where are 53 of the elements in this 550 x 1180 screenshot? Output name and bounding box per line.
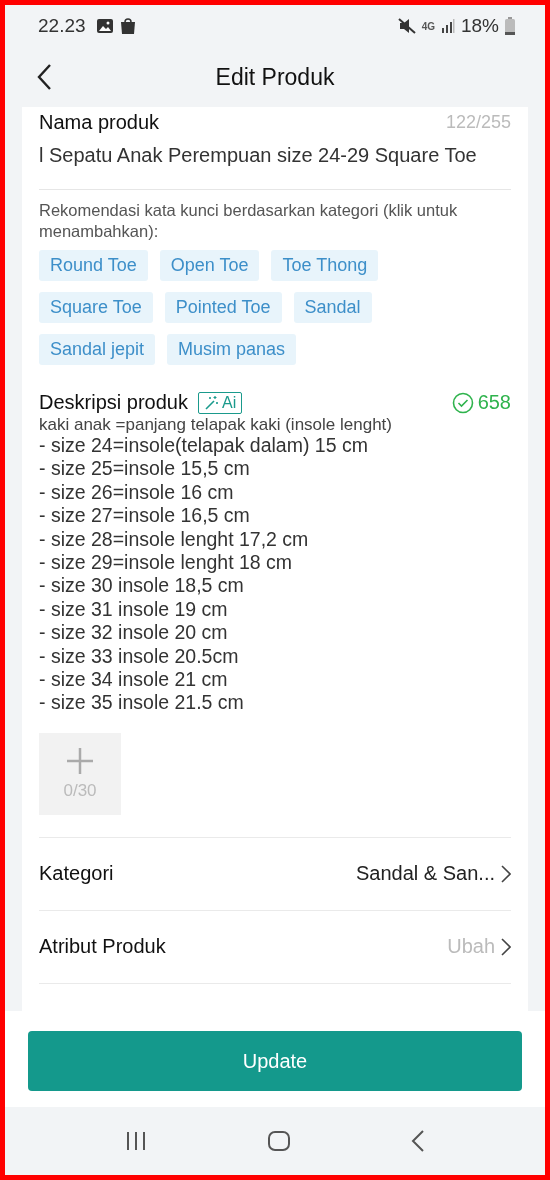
description-line: - size 28=insole lenght 17,2 cm: [39, 527, 310, 552]
status-time: 22.23: [38, 15, 86, 37]
ai-button[interactable]: Ai: [197, 391, 243, 414]
mute-icon: [397, 18, 416, 34]
menu-row[interactable]: Atribut Produk Ubah: [39, 909, 511, 984]
keyword-tag[interactable]: Round Toe: [39, 250, 148, 281]
plus-icon: [66, 746, 94, 775]
field-label: Nama produk: [39, 111, 160, 134]
image-icon: [95, 18, 114, 34]
description-line: - size 31 insole 19 cm: [39, 597, 229, 622]
page-title: Edit Produk: [215, 63, 335, 91]
keyword-tag[interactable]: Pointed Toe: [164, 292, 282, 323]
keyword-tag[interactable]: Sandal: [293, 292, 372, 323]
chevron-icon: [501, 937, 511, 956]
shopping-bag-icon: [119, 17, 136, 35]
row-label: Atribut Produk: [39, 935, 167, 959]
home-icon[interactable]: [267, 1130, 291, 1152]
char-count: 658: [477, 391, 511, 414]
description-line: - size 25=insole 15,5 cm: [39, 457, 251, 481]
recent-apps-icon[interactable]: [125, 1131, 147, 1151]
chevron-icon: [501, 864, 511, 883]
row-value: Sandal & San...: [356, 862, 495, 886]
network-label: 4G: [421, 20, 435, 32]
keyword-tag[interactable]: Sandal jepit: [39, 334, 156, 365]
keyword-hint: Rekomendasi kata kunci berdasarkan kategori (klik untuk menambahkan):: [39, 200, 459, 242]
description-line: - size 34 insole 21 cm: [39, 668, 229, 692]
char-counter: 122/255: [445, 112, 511, 133]
row-value: Ubah: [447, 935, 495, 959]
field-label: Deskripsi produk: [39, 391, 188, 414]
keyword-tag[interactable]: Square Toe: [39, 292, 153, 323]
back-icon[interactable]: [36, 63, 52, 91]
keyword-tag[interactable]: Toe Thong: [271, 250, 379, 281]
description-line: - size 29=insole lenght 18 cm: [39, 551, 294, 575]
description-line: - size 32 insole 20 cm: [39, 621, 229, 645]
description-line: - size 33 insole 20.5cm: [39, 644, 240, 669]
description-line: - size 24=insole(telapak dalam) 15 cm: [39, 434, 369, 458]
magic-wand-icon: [203, 395, 219, 410]
description-line: - size 30 insole 18,5 cm: [39, 574, 245, 598]
update-button[interactable]: Update: [28, 1031, 522, 1091]
description-line: - size 26=insole 16 cm: [39, 480, 235, 505]
battery-percent: 18%: [460, 15, 499, 37]
signal-icon: [440, 19, 455, 33]
row-label: Kategori: [39, 862, 115, 886]
product-name-field[interactable]: l Sepatu Anak Perempuan size 24-29 Square Toe: [39, 134, 511, 190]
keyword-tag[interactable]: Musim panas: [167, 334, 297, 365]
keyword-tag[interactable]: Open Toe: [159, 250, 260, 281]
description-line: kaki anak =panjang telapak kaki (insole lenght): [39, 416, 393, 434]
check-circle-icon: [451, 391, 474, 414]
menu-row[interactable]: Kategori Sandal & San...: [39, 836, 511, 910]
battery-icon: [505, 17, 515, 35]
back-nav-icon[interactable]: [411, 1130, 425, 1152]
description-line: - size 27=insole 16,5 cm: [39, 504, 251, 528]
description-line: - size 35 insole 21.5 cm: [39, 691, 245, 715]
